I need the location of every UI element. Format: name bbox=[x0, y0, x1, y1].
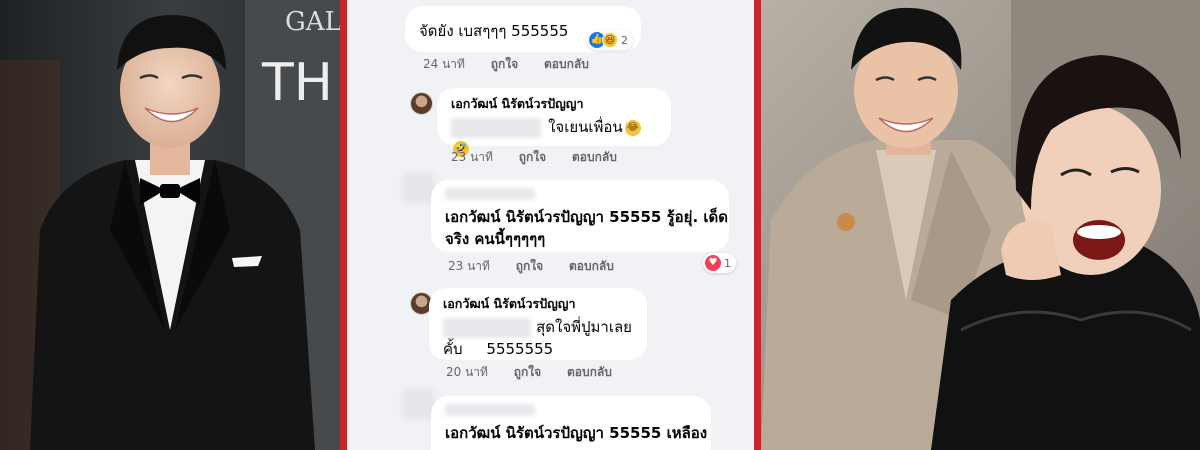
man-in-tuxedo-photo: GAL TH bbox=[0, 0, 340, 450]
reaction-summary[interactable]: ♥ 1 bbox=[703, 253, 736, 273]
comment-bubble: เอกวัฒน์ นิรัตน์วรปัญญา 55555 เหลือง bbox=[431, 396, 711, 450]
comment-meta: 23 นาที ถูกใจ ตอบกลับ bbox=[448, 257, 636, 276]
comment-text-line-1: สุดใจพี่ปูมาเลย bbox=[536, 318, 632, 336]
redacted-author bbox=[445, 188, 535, 200]
like-link[interactable]: ถูกใจ bbox=[491, 55, 518, 74]
like-link[interactable]: ถูกใจ bbox=[514, 363, 541, 382]
comment-text: เอกวัฒน์ นิรัตน์วรปัญญา 55555 เหลือง bbox=[445, 424, 708, 442]
comment-meta: 24 นาที ถูกใจ ตอบกลับ bbox=[423, 55, 611, 74]
like-link[interactable]: ถูกใจ bbox=[516, 257, 543, 276]
avatar[interactable] bbox=[410, 92, 433, 115]
comment-text: จัดยัง เบสๆๆๆ 555555 bbox=[419, 22, 569, 40]
reply-link[interactable]: ตอบกลับ bbox=[544, 55, 589, 74]
reply-link[interactable]: ตอบกลับ bbox=[567, 363, 612, 382]
comment-bubble: เอกวัฒน์ นิรัตน์วรปัญญา 55555 รู้อยุ่. เ… bbox=[431, 180, 729, 252]
reaction-summary[interactable]: 👍 😆 2 bbox=[587, 30, 633, 50]
comment-bubble: เอกวัฒน์ นิรัตน์วรปัญญา สุดใจพี่ปูมาเลย … bbox=[429, 288, 647, 360]
comment-meta: 23 นาที ถูกใจ ตอบกลับ bbox=[451, 148, 639, 167]
comment-bubble: เอกวัฒน์ นิรัตน์วรปัญญา ใจเยนเพื่อน 😂🤣 bbox=[437, 88, 671, 157]
left-photo: GAL TH bbox=[0, 0, 340, 450]
comment-text-line-1: เอกวัฒน์ นิรัตน์วรปัญญา 55555 รู้อยุ่. เ… bbox=[445, 208, 728, 226]
comment-text: ใจเยนเพื่อน bbox=[548, 118, 623, 136]
comment-time: 23 นาที bbox=[451, 150, 493, 164]
haha-icon: 😆 bbox=[602, 32, 618, 48]
reaction-count: 1 bbox=[724, 256, 731, 270]
right-photo bbox=[761, 0, 1200, 450]
comment-time: 20 นาที bbox=[446, 365, 488, 379]
comment-text-line-2: จริง คนนี้ๆๆๆๆๆ bbox=[445, 230, 546, 248]
laughing-tears-icon: 😂 bbox=[624, 119, 641, 136]
like-link[interactable]: ถูกใจ bbox=[519, 148, 546, 167]
comment-author[interactable]: เอกวัฒน์ นิรัตน์วรปัญญา bbox=[451, 96, 657, 112]
reply-link[interactable]: ตอบกลับ bbox=[569, 257, 614, 276]
comment-text-line-2: คั้บ 5555555 bbox=[443, 340, 554, 358]
redacted-mention bbox=[443, 317, 531, 338]
comment-time: 24 นาที bbox=[423, 57, 465, 71]
selfie-photo bbox=[761, 0, 1200, 450]
backdrop-text: GAL bbox=[285, 7, 340, 37]
redacted-mention bbox=[451, 117, 541, 138]
comment-meta: 20 นาที ถูกใจ ตอบกลับ bbox=[446, 363, 634, 382]
redacted-author bbox=[445, 404, 535, 416]
comment-time: 23 นาที bbox=[448, 259, 490, 273]
comments-panel: จัดยัง เบสๆๆๆ 555555 👍 😆 2 24 นาที ถูกใจ… bbox=[347, 0, 754, 450]
love-icon: ♥ bbox=[705, 255, 721, 271]
comment-author[interactable]: เอกวัฒน์ นิรัตน์วรปัญญา bbox=[443, 296, 633, 312]
backdrop-text-2: TH bbox=[261, 53, 333, 113]
reaction-count: 2 bbox=[621, 33, 628, 47]
reply-link[interactable]: ตอบกลับ bbox=[572, 148, 617, 167]
